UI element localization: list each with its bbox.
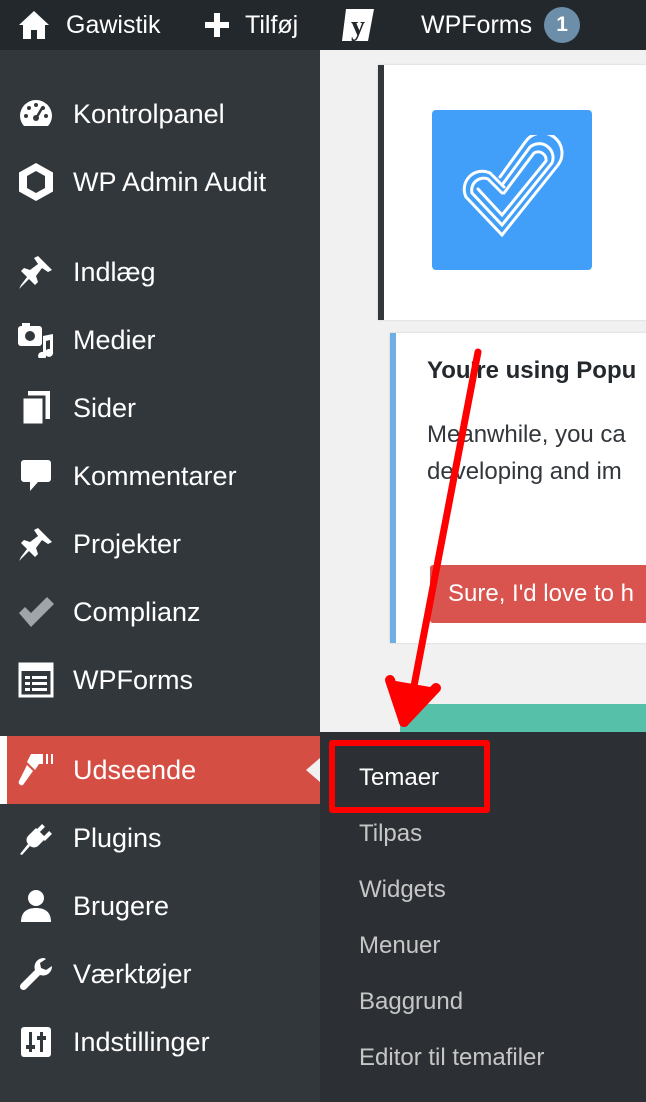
menu-label: Kontrolpanel — [73, 98, 225, 129]
menu-label: WP Admin Audit — [73, 166, 267, 197]
menu-label: Sider — [73, 392, 137, 423]
review-button[interactable]: Sure, I'd love to h — [430, 565, 646, 623]
submenu-item-background[interactable]: Baggrund — [359, 988, 463, 1016]
new-content-label: Tilføj — [245, 10, 299, 39]
green-banner — [400, 704, 646, 734]
form-icon — [16, 660, 56, 700]
heart-check-icon — [462, 135, 564, 238]
menu-label: Udseende — [73, 754, 197, 785]
user-icon — [16, 886, 56, 926]
plus-icon — [203, 11, 231, 39]
yoast-menu[interactable]: y — [340, 0, 376, 50]
comment-icon — [16, 456, 56, 496]
media-icon — [16, 320, 56, 360]
notice-body-line: developing and im — [427, 458, 622, 485]
highlight-box — [329, 740, 490, 813]
menu-item-posts[interactable]: Indlæg — [0, 238, 320, 306]
menu-item-tools[interactable]: Værktøjer — [0, 940, 320, 1008]
submenu-item-customize[interactable]: Tilpas — [359, 820, 422, 848]
menu-label: Projekter — [73, 528, 182, 559]
site-name-label: Gawistik — [66, 10, 161, 39]
notice-title: You're using Popu — [427, 357, 637, 384]
menu-label: Complianz — [73, 596, 201, 627]
submenu-item-menus[interactable]: Menuer — [359, 932, 440, 960]
notice-body: Meanwhile, you ca developing and im — [427, 416, 646, 496]
wpforms-menu[interactable]: WPForms 1 — [421, 0, 581, 50]
menu-item-dashboard[interactable]: Kontrolpanel — [0, 80, 320, 148]
admin-sidebar: Kontrolpanel WP Admin Audit Indlæg Medie… — [0, 50, 320, 1102]
menu-label: Kommentarer — [73, 460, 237, 491]
menu-label: Plugins — [73, 822, 162, 853]
site-name-link[interactable]: Gawistik — [18, 0, 160, 50]
menu-label: WPForms — [73, 664, 193, 695]
yoast-icon: y — [340, 5, 376, 45]
settings-sliders-icon — [16, 1022, 56, 1062]
menu-item-projects[interactable]: Projekter — [0, 510, 320, 578]
menu-item-users[interactable]: Brugere — [0, 872, 320, 940]
menu-label: Indstillinger — [73, 1026, 210, 1057]
menu-item-appearance[interactable]: Udseende — [0, 736, 320, 804]
menu-label: Indlæg — [73, 256, 156, 287]
wrench-icon — [16, 954, 56, 994]
menu-item-complianz[interactable]: Complianz — [0, 578, 320, 646]
wpforms-label: WPForms — [421, 10, 533, 39]
checkmark-icon — [16, 592, 56, 632]
notification-badge: 1 — [544, 7, 581, 43]
menu-label: Medier — [73, 324, 156, 355]
menu-label: Brugere — [73, 890, 170, 921]
menu-item-settings[interactable]: Indstillinger — [0, 1008, 320, 1076]
menu-item-wpforms[interactable]: WPForms — [0, 646, 320, 714]
menu-item-media[interactable]: Medier — [0, 306, 320, 374]
svg-text:y: y — [351, 11, 365, 42]
dashboard-icon — [16, 94, 56, 134]
submenu-item-widgets[interactable]: Widgets — [359, 876, 446, 904]
menu-label: Værktøjer — [73, 958, 192, 989]
menu-item-comments[interactable]: Kommentarer — [0, 442, 320, 510]
admin-bar: Gawistik Tilføj y WPForms 1 — [0, 0, 646, 50]
pushpin-icon — [16, 524, 56, 564]
pushpin-icon — [16, 252, 56, 292]
paintbrush-icon — [16, 750, 56, 790]
plugin-logo — [432, 110, 592, 270]
menu-item-wp-admin-audit[interactable]: WP Admin Audit — [0, 148, 320, 216]
menu-item-plugins[interactable]: Plugins — [0, 804, 320, 872]
plug-icon — [16, 818, 56, 858]
hexagon-icon — [16, 162, 56, 202]
pages-icon — [16, 388, 56, 428]
menu-item-pages[interactable]: Sider — [0, 374, 320, 442]
home-icon — [18, 10, 50, 40]
new-content-link[interactable]: Tilføj — [203, 0, 298, 50]
notice-body-line: Meanwhile, you ca — [427, 421, 626, 448]
submenu-item-theme-editor[interactable]: Editor til temafiler — [359, 1044, 544, 1072]
